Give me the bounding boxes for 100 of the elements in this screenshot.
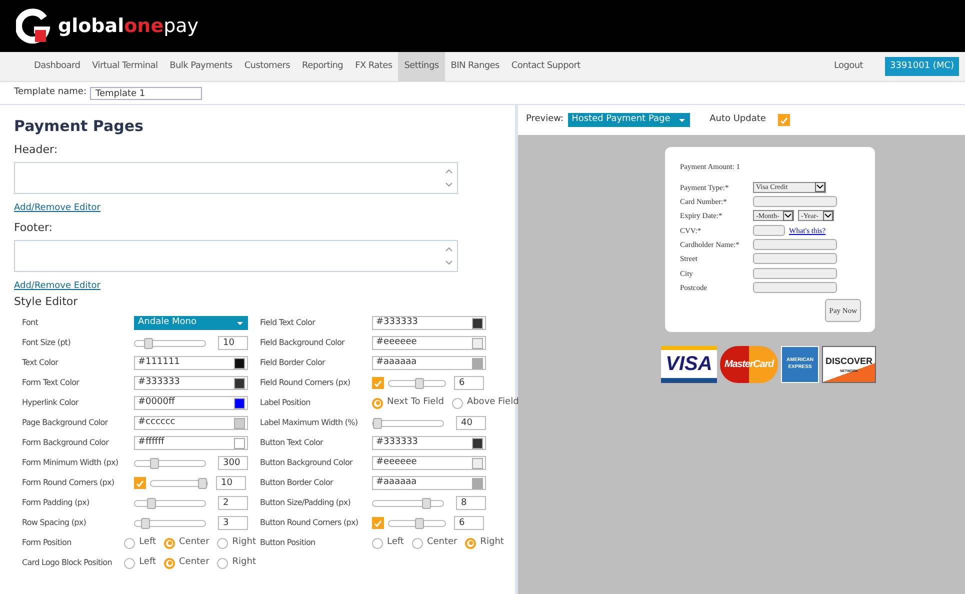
number-field[interactable]: 8 bbox=[456, 496, 486, 510]
slider-thumb[interactable] bbox=[150, 458, 160, 468]
nav-tab[interactable]: Settings bbox=[398, 52, 445, 81]
text-area[interactable] bbox=[14, 162, 458, 194]
radio-button[interactable] bbox=[465, 538, 476, 548]
color-field[interactable]: #eeeeee bbox=[372, 456, 486, 470]
radio-button[interactable] bbox=[217, 538, 228, 548]
setting-label: Field Round Corners (px) bbox=[260, 377, 352, 389]
color-swatch[interactable] bbox=[472, 318, 483, 328]
auto-update-checkbox[interactable] bbox=[778, 114, 790, 126]
radio-button[interactable] bbox=[452, 398, 463, 408]
color-swatch[interactable] bbox=[234, 418, 245, 428]
nav-tab[interactable]: Contact Support bbox=[505, 52, 586, 81]
radio-button[interactable] bbox=[372, 538, 383, 548]
number-field[interactable]: 10 bbox=[216, 476, 246, 490]
radio-button[interactable] bbox=[164, 558, 175, 568]
nav-tab[interactable]: Reporting bbox=[296, 52, 350, 81]
radio-button[interactable] bbox=[124, 538, 136, 548]
radio-button[interactable] bbox=[372, 398, 383, 408]
setting-label: Button Background Color bbox=[260, 457, 354, 469]
nav-tab[interactable]: Bulk Payments bbox=[164, 52, 238, 81]
color-field[interactable]: #aaaaaa bbox=[372, 476, 486, 490]
logo-mark-icon bbox=[16, 8, 50, 44]
color-field[interactable]: #aaaaaa bbox=[372, 356, 486, 370]
logout-link[interactable]: Logout bbox=[828, 52, 869, 81]
slider-thumb[interactable] bbox=[141, 518, 150, 528]
color-field[interactable]: #0000ff bbox=[134, 396, 248, 410]
preview-label: Preview: bbox=[526, 113, 564, 126]
nav-tab[interactable]: BIN Ranges bbox=[444, 52, 506, 81]
slider-thumb[interactable] bbox=[147, 498, 156, 508]
slider-thumb[interactable] bbox=[198, 478, 207, 488]
number-field[interactable]: 300 bbox=[218, 456, 248, 470]
editor-link[interactable]: Add/Remove Editor bbox=[14, 202, 100, 216]
radio-label: Center bbox=[426, 536, 458, 550]
radio-button[interactable] bbox=[164, 538, 175, 548]
slider-thumb[interactable] bbox=[422, 498, 431, 508]
color-field[interactable]: #333333 bbox=[372, 436, 486, 450]
color-swatch[interactable] bbox=[472, 358, 483, 368]
slider-thumb[interactable] bbox=[144, 338, 154, 348]
text-field[interactable] bbox=[753, 282, 837, 293]
number-field[interactable]: 6 bbox=[454, 376, 484, 390]
color-field[interactable]: #333333 bbox=[372, 316, 486, 330]
setting-label: Field Text Color bbox=[260, 317, 316, 329]
slider-thumb[interactable] bbox=[373, 418, 382, 428]
number-field[interactable]: 3 bbox=[218, 516, 248, 530]
setting-label: Text Color bbox=[22, 357, 60, 369]
number-field[interactable]: 6 bbox=[454, 516, 484, 530]
nav-tab[interactable]: FX Rates bbox=[349, 52, 398, 81]
number-field[interactable]: 40 bbox=[456, 416, 486, 430]
text-field[interactable] bbox=[753, 268, 837, 279]
caret-icon[interactable] bbox=[678, 118, 686, 122]
logo-text: globalonepay bbox=[58, 14, 199, 39]
dropdown-icon[interactable] bbox=[783, 210, 793, 221]
template-name-field[interactable]: Template 1 bbox=[90, 86, 202, 100]
color-field[interactable]: #333333 bbox=[134, 376, 248, 390]
radio-button[interactable] bbox=[217, 558, 228, 568]
color-field[interactable]: #cccccc bbox=[134, 416, 248, 430]
color-field[interactable]: #ffffff bbox=[134, 436, 248, 450]
color-swatch[interactable] bbox=[472, 338, 483, 348]
slider-thumb[interactable] bbox=[414, 518, 424, 528]
number-field[interactable]: 2 bbox=[218, 496, 248, 510]
color-swatch[interactable] bbox=[472, 478, 483, 488]
color-swatch[interactable] bbox=[472, 458, 483, 468]
radio-label: Center bbox=[179, 536, 210, 550]
checkbox[interactable] bbox=[372, 517, 384, 529]
setting-label: Form Text Color bbox=[22, 377, 80, 389]
preview-select[interactable]: Hosted Payment Page bbox=[568, 113, 690, 127]
font-select[interactable]: Andale Mono bbox=[134, 316, 248, 330]
number-field[interactable]: 10 bbox=[218, 336, 248, 350]
checkbox[interactable] bbox=[372, 377, 384, 389]
radio-label: Above Field bbox=[466, 396, 519, 410]
color-swatch[interactable] bbox=[234, 398, 245, 408]
color-field[interactable]: #eeeeee bbox=[372, 336, 486, 350]
dropdown-icon[interactable] bbox=[815, 182, 825, 192]
text-field[interactable] bbox=[753, 239, 837, 250]
radio-label: Center bbox=[179, 556, 210, 570]
text-area[interactable] bbox=[14, 240, 458, 272]
color-swatch[interactable] bbox=[234, 438, 245, 448]
template-name-label: Template name: bbox=[14, 86, 86, 100]
dropdown-icon[interactable] bbox=[823, 210, 833, 221]
radio-button[interactable] bbox=[412, 538, 423, 548]
nav-tab[interactable]: Virtual Terminal bbox=[86, 52, 164, 81]
setting-label: Form Background Color bbox=[22, 437, 110, 449]
nav-tab[interactable]: Customers bbox=[238, 52, 296, 81]
caret-icon[interactable] bbox=[236, 320, 244, 326]
color-swatch[interactable] bbox=[234, 358, 245, 368]
checkbox[interactable] bbox=[134, 477, 146, 489]
slider-thumb[interactable] bbox=[414, 378, 424, 388]
radio-button[interactable] bbox=[124, 558, 136, 568]
color-field[interactable]: #111111 bbox=[134, 356, 248, 370]
text-field[interactable] bbox=[753, 224, 785, 236]
color-swatch[interactable] bbox=[234, 378, 245, 388]
text-field[interactable] bbox=[753, 253, 837, 264]
editor-link[interactable]: Add/Remove Editor bbox=[14, 280, 100, 294]
setting-label: Field Border Color bbox=[260, 357, 326, 369]
text-field[interactable] bbox=[753, 196, 837, 208]
color-swatch[interactable] bbox=[472, 438, 483, 448]
section-subtitle: Style Editor bbox=[14, 294, 79, 310]
nav-tab[interactable]: Dashboard bbox=[28, 52, 86, 81]
field-label: Header: bbox=[14, 142, 59, 158]
